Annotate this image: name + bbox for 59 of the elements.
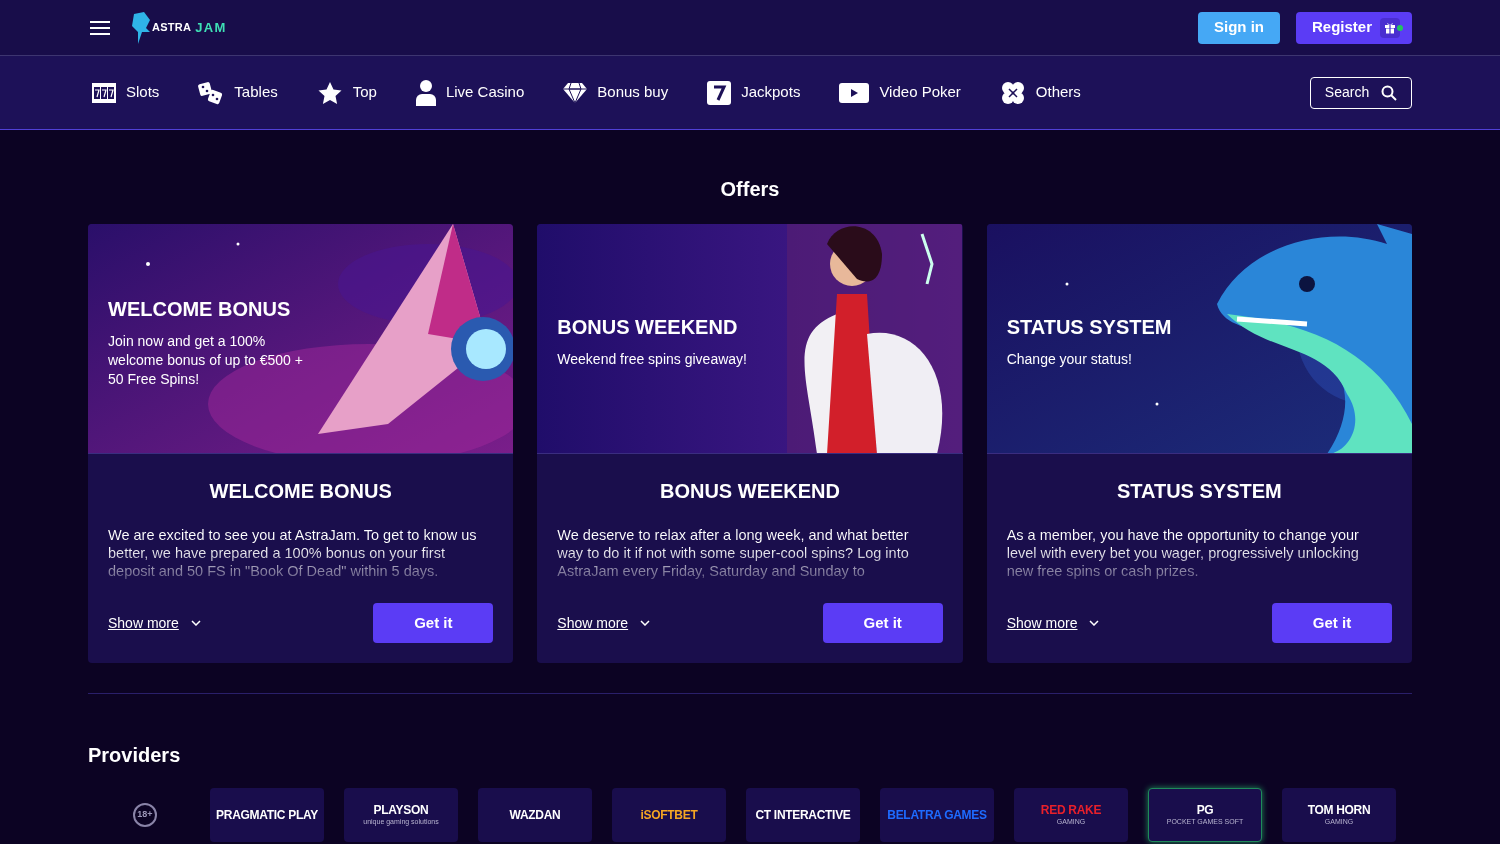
site-logo[interactable]: ASTRA JAM xyxy=(130,9,227,46)
age-restriction-badge: 18+ xyxy=(133,803,157,827)
provider-name: CT INTERACTIVE xyxy=(755,809,851,821)
get-it-button[interactable]: Get it xyxy=(822,603,943,643)
search-icon xyxy=(1381,84,1398,101)
banner-title: STATUS SYSTEM xyxy=(1006,315,1173,340)
show-more-link[interactable]: Show more xyxy=(557,612,651,634)
provider-logo[interactable]: CT INTERACTIVE xyxy=(746,788,860,842)
provider-name: BELATRA GAMES xyxy=(887,809,987,821)
provider-logo[interactable]: PRAGMATIC PLAY xyxy=(210,788,324,842)
nav-link[interactable]: Slots xyxy=(92,80,160,105)
chevron-down-icon xyxy=(190,620,201,626)
section-title: Offers xyxy=(719,177,781,202)
nav-link[interactable]: Top xyxy=(316,80,377,105)
provider-name: TOM HORN xyxy=(1307,803,1371,816)
person-icon xyxy=(415,79,436,106)
banner-text: Change your status! xyxy=(1006,350,1133,369)
banner-text: Join now and get a 100% welcome bonus of up to €500 + 50 Free Spins! xyxy=(108,332,304,389)
section-title: Providers xyxy=(88,743,182,768)
dice-icon xyxy=(198,80,225,105)
nav-link[interactable]: Tables xyxy=(198,80,278,105)
banner-text: Weekend free spins giveaway! xyxy=(557,350,748,369)
show-more-link[interactable]: Show more xyxy=(108,612,201,634)
seven-icon xyxy=(707,80,732,105)
provider-name: iSOFTBET xyxy=(640,809,698,821)
card-title: STATUS SYSTEM xyxy=(1115,479,1283,504)
nav-link[interactable]: Live Casino xyxy=(415,79,525,106)
star-icon xyxy=(316,80,343,105)
nav-link[interactable]: Bonus buy xyxy=(563,81,669,104)
clover-icon xyxy=(999,79,1026,106)
provider-name: PLAYSON xyxy=(373,803,429,816)
banner-title: WELCOME BONUS xyxy=(108,297,292,322)
logo-text: JAM xyxy=(195,18,227,37)
get-it-button[interactable]: Get it xyxy=(1272,603,1392,643)
register-button[interactable]: Register xyxy=(1295,11,1412,44)
chevron-down-icon xyxy=(640,620,651,626)
nav-link[interactable]: Others xyxy=(999,79,1081,106)
nav-link[interactable]: Video Poker xyxy=(839,81,961,104)
card-title: BONUS WEEKEND xyxy=(659,479,841,504)
provider-logo[interactable]: BELATRA GAMES xyxy=(880,788,994,842)
banner-title: BONUS WEEKEND xyxy=(557,315,739,340)
card-title: WELCOME BONUS xyxy=(208,479,393,504)
provider-name: WAZDAN xyxy=(509,809,561,821)
logo-text: ASTRA xyxy=(152,20,192,36)
show-more-link[interactable]: Show more xyxy=(1006,612,1100,634)
nav-link[interactable]: Jackpots xyxy=(707,80,801,105)
provider-logo[interactable]: WAZDAN xyxy=(478,788,592,842)
get-it-button[interactable]: Get it xyxy=(373,603,494,643)
play-icon xyxy=(839,82,870,103)
chevron-down-icon xyxy=(1089,620,1100,626)
provider-name: PRAGMATIC PLAY xyxy=(216,809,318,821)
provider-logo[interactable]: iSOFTBET xyxy=(612,788,726,842)
search-button[interactable]: Search xyxy=(1310,76,1412,109)
diamond-icon xyxy=(563,81,588,104)
slots-icon xyxy=(92,80,116,105)
provider-name: RED RAKE xyxy=(1040,803,1102,816)
menu-icon[interactable] xyxy=(90,20,110,35)
gift-icon xyxy=(1384,21,1396,34)
provider-name: PG xyxy=(1196,803,1214,816)
